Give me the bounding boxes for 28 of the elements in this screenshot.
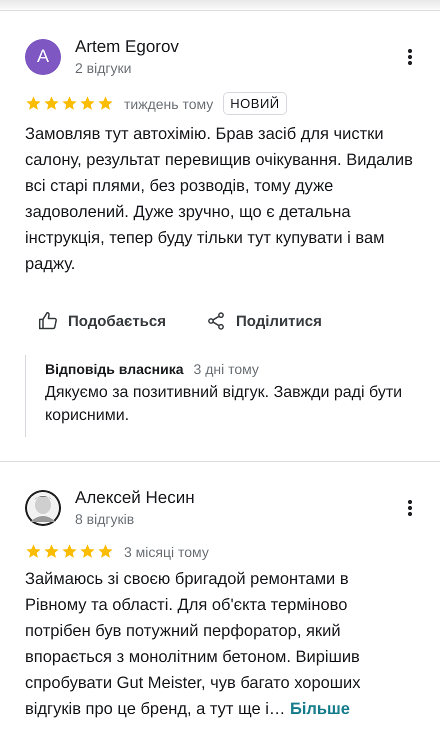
review-time: тиждень тому bbox=[124, 96, 214, 112]
more-link[interactable]: Більше bbox=[290, 700, 350, 718]
new-badge: НОВИЙ bbox=[223, 92, 287, 115]
share-icon bbox=[206, 311, 226, 331]
share-button[interactable]: Поділитися bbox=[206, 305, 322, 337]
star-icon bbox=[79, 543, 96, 560]
star-icon bbox=[43, 95, 60, 112]
star-icon bbox=[97, 95, 114, 112]
reply-text: Дякуємо за позитивний відгук. Завжди раді бути корисними. bbox=[45, 383, 404, 426]
reply-time: 3 дні тому bbox=[194, 361, 259, 377]
star-icon bbox=[43, 543, 60, 560]
reviewer-name[interactable]: Artem Egorov bbox=[75, 37, 386, 57]
review-text: Замовляв тут автохімію. Брав засіб для чистки салону, результат перевищив очікування. Видалив всі старі плями, без розводів, тому дуже задоволений. Дуже зручно, що є детальна інструкція, тепер буду тільки тут купувати і вам раджу. bbox=[25, 124, 414, 275]
star-icon bbox=[61, 543, 78, 560]
review-count: 8 відгуків bbox=[75, 511, 136, 527]
review-time: 3 місяці тому bbox=[124, 544, 209, 560]
star-icon bbox=[61, 95, 78, 112]
star-icon bbox=[25, 95, 42, 112]
star-icon bbox=[79, 95, 96, 112]
thumbs-up-icon bbox=[38, 311, 58, 331]
review-count: 2 відгуки bbox=[75, 60, 132, 76]
review-text: Займаюсь зі своєю бригадой ремонтами в Рівному та області. Для об'єкта терміново потрібен був потужний перфоратор, який впорається з монолітним бетоном. Вирішив спробувати Gut Meister, чув багато хороших відгуків про це бренд, а тут ще і… Більше bbox=[25, 569, 362, 720]
like-button[interactable]: Подобається bbox=[38, 305, 166, 337]
star-icon bbox=[25, 543, 42, 560]
reviewer-name[interactable]: Алексей Несин bbox=[75, 488, 386, 508]
star-icon bbox=[97, 543, 114, 560]
avatar-letter: A bbox=[36, 46, 49, 67]
reply-title: Відповідь власника bbox=[45, 361, 184, 377]
